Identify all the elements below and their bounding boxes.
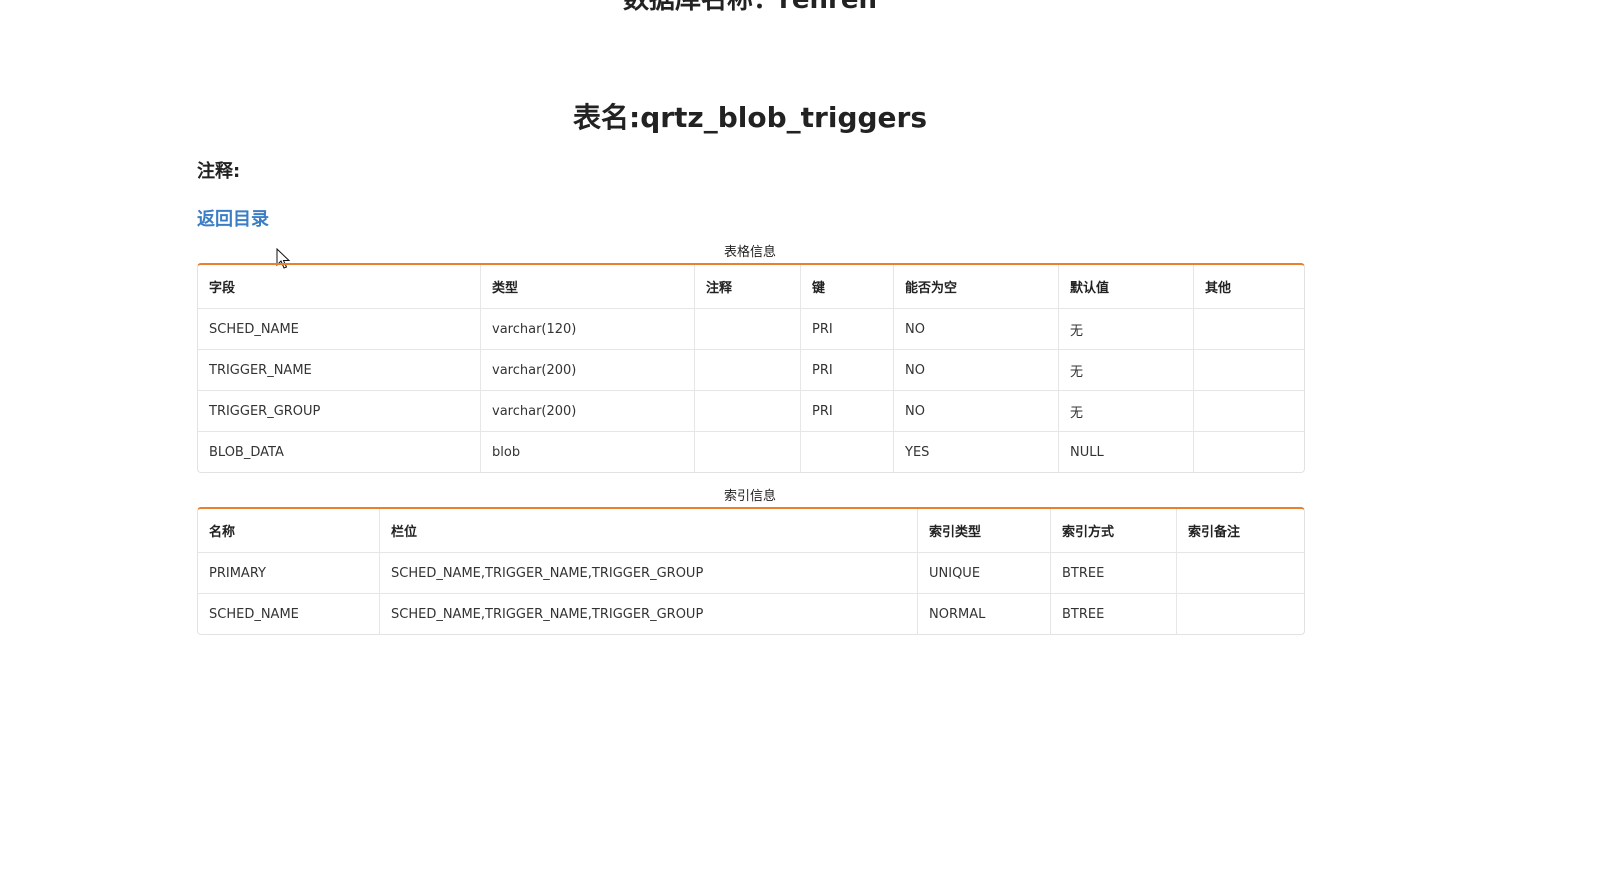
table-cell: NULL [1059, 432, 1194, 472]
table-cell: SCHED_NAME [198, 594, 380, 634]
table-row: TRIGGER_GROUP varchar(200) PRI NO 无 [198, 391, 1304, 432]
table-cell: PRIMARY [198, 553, 380, 594]
table-cell: varchar(120) [481, 309, 695, 350]
table-cell [1194, 350, 1304, 391]
table-row: PRIMARY SCHED_NAME,TRIGGER_NAME,TRIGGER_… [198, 553, 1304, 594]
table-info-caption: 表格信息 [723, 245, 776, 260]
table-row: BLOB_DATA blob YES NULL [198, 432, 1304, 472]
table-header-row: 字段 类型 注释 键 能否为空 默认值 其他 [198, 265, 1304, 309]
column-header: 字段 [198, 265, 481, 309]
index-info-table: 名称 栏位 索引类型 索引方式 索引备注 PRIMARY SCHED_NAME,… [197, 507, 1305, 635]
table-info-table: 字段 类型 注释 键 能否为空 默认值 其他 SCHED_NAME varcha… [197, 263, 1305, 473]
table-cell: NO [894, 391, 1059, 432]
back-to-index-link[interactable]: 返回目录 [197, 208, 269, 232]
table-cell: SCHED_NAME [198, 309, 481, 350]
table-info-section: 表格信息 字段 类型 注释 键 能否为空 默认值 其他 SCHED_NAME v… [197, 245, 1305, 473]
table-cell [801, 432, 894, 472]
column-header: 注释 [695, 265, 801, 309]
table-cell: PRI [801, 391, 894, 432]
table-cell [1194, 391, 1304, 432]
table-cell [1177, 594, 1304, 634]
table-cell [695, 350, 801, 391]
column-header: 其他 [1194, 265, 1304, 309]
column-header: 名称 [198, 509, 380, 553]
table-cell [695, 391, 801, 432]
table-name-title: 表名:qrtz_blob_triggers [573, 101, 927, 134]
table-cell: NORMAL [918, 594, 1051, 634]
index-info-caption: 索引信息 [723, 489, 776, 504]
table-cell [1194, 309, 1304, 350]
column-header: 索引备注 [1177, 509, 1304, 553]
table-cell: YES [894, 432, 1059, 472]
column-header: 键 [801, 265, 894, 309]
table-cell: varchar(200) [481, 391, 695, 432]
comment-label: 注释: [197, 161, 241, 182]
table-row: TRIGGER_NAME varchar(200) PRI NO 无 [198, 350, 1304, 391]
table-cell: BTREE [1051, 594, 1177, 634]
index-info-section: 索引信息 名称 栏位 索引类型 索引方式 索引备注 PRIMARY SCHED_… [197, 489, 1305, 635]
table-cell: SCHED_NAME,TRIGGER_NAME,TRIGGER_GROUP [380, 553, 918, 594]
table-cell: UNIQUE [918, 553, 1051, 594]
column-header: 栏位 [380, 509, 918, 553]
table-cell: BLOB_DATA [198, 432, 481, 472]
database-title: 数据库名称：renren [623, 0, 877, 15]
table-cell: PRI [801, 350, 894, 391]
column-header: 能否为空 [894, 265, 1059, 309]
table-cell: NO [894, 309, 1059, 350]
table-cell [695, 432, 801, 472]
table-cell [1194, 432, 1304, 472]
index-header-row: 名称 栏位 索引类型 索引方式 索引备注 [198, 509, 1304, 553]
table-cell: TRIGGER_GROUP [198, 391, 481, 432]
table-cell: 无 [1059, 309, 1194, 350]
table-cell: 无 [1059, 350, 1194, 391]
table-cell: PRI [801, 309, 894, 350]
column-header: 索引类型 [918, 509, 1051, 553]
column-header: 类型 [481, 265, 695, 309]
table-cell: blob [481, 432, 695, 472]
table-row: SCHED_NAME SCHED_NAME,TRIGGER_NAME,TRIGG… [198, 594, 1304, 634]
column-header: 默认值 [1059, 265, 1194, 309]
table-cell: NO [894, 350, 1059, 391]
table-cell [695, 309, 801, 350]
table-cell: varchar(200) [481, 350, 695, 391]
table-cell: 无 [1059, 391, 1194, 432]
table-cell [1177, 553, 1304, 594]
table-row: SCHED_NAME varchar(120) PRI NO 无 [198, 309, 1304, 350]
table-cell: SCHED_NAME,TRIGGER_NAME,TRIGGER_GROUP [380, 594, 918, 634]
table-cell: TRIGGER_NAME [198, 350, 481, 391]
column-header: 索引方式 [1051, 509, 1177, 553]
table-cell: BTREE [1051, 553, 1177, 594]
